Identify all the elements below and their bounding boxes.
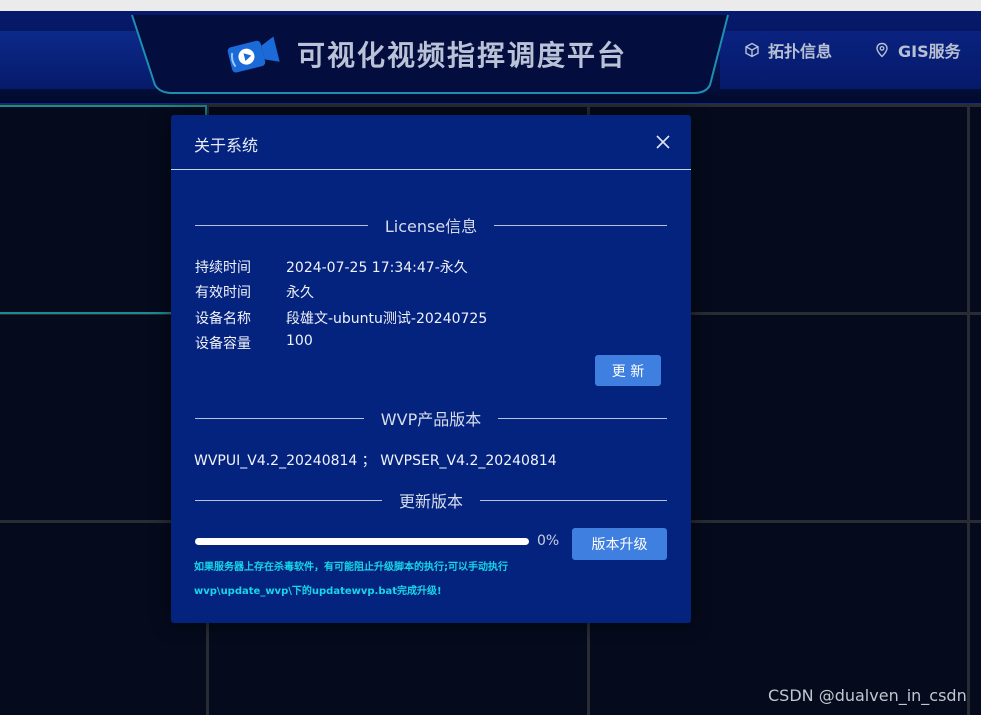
license-row-value: 永久 <box>286 285 314 301</box>
license-row: 设备名称 段雄文-ubuntu测试-20240725 <box>195 308 487 328</box>
close-icon[interactable] <box>655 134 671 150</box>
version-upgrade-button[interactable]: 版本升级 <box>572 528 667 560</box>
upgrade-progress-label: 0% <box>537 533 560 549</box>
license-row-value: 段雄文-ubuntu测试-20240725 <box>286 311 488 327</box>
upgrade-notice-line1: 如果服务器上存在杀毒软件，有可能阻止升级脚本的执行;可以手动执行 <box>194 562 508 573</box>
license-row: 有效时间 永久 <box>195 282 314 302</box>
watermark: CSDN @dualven_in_csdn <box>768 686 967 705</box>
about-system-dialog: 关于系统 License信息 持续时间 2024-07-25 17:34:47-… <box>171 115 691 623</box>
upgrade-progress-bar <box>195 538 529 545</box>
license-row-value: 2024-07-25 17:34:47-永久 <box>286 260 468 276</box>
dialog-header: 关于系统 <box>171 115 691 170</box>
grid-line <box>967 104 970 715</box>
upgrade-section-header: 更新版本 <box>195 488 668 512</box>
nav-gis[interactable]: GIS服务 <box>874 38 961 62</box>
nav-topology-label: 拓扑信息 <box>768 42 833 61</box>
license-row-key: 持续时间 <box>195 260 251 276</box>
license-section-header: License信息 <box>195 213 668 237</box>
app-title-group: 可视化视频指挥调度平台 <box>225 32 627 76</box>
browser-top-strip <box>0 0 981 11</box>
video-camera-logo-icon <box>227 36 280 73</box>
license-row-value: 100 <box>286 333 313 349</box>
license-row: 持续时间 2024-07-25 17:34:47-永久 <box>195 257 468 277</box>
nav-topology[interactable]: 拓扑信息 <box>744 38 832 62</box>
license-row-key: 设备容量 <box>195 336 251 352</box>
upgrade-section-title: 更新版本 <box>399 492 464 511</box>
upgrade-notice-line2: wvp\update_wvp\下的updatewvp.bat完成升级! <box>194 586 442 597</box>
product-section-title: WVP产品版本 <box>380 410 482 429</box>
app-title: 可视化视频指挥调度平台 <box>297 39 628 72</box>
license-row: 设备容量 100 <box>195 333 313 353</box>
update-license-button[interactable]: 更 新 <box>595 355 661 386</box>
location-pin-icon <box>876 42 888 58</box>
license-section-title: License信息 <box>384 217 478 236</box>
license-row-key: 有效时间 <box>195 285 251 301</box>
product-section-header: WVP产品版本 <box>195 406 668 430</box>
version-text: WVPUI_V4.2_20240814 ； WVPSER_V4.2_202408… <box>194 453 557 469</box>
license-row-key: 设备名称 <box>195 311 251 327</box>
nav-gis-label: GIS服务 <box>898 42 961 61</box>
dialog-title: 关于系统 <box>194 136 259 155</box>
cube-icon <box>745 42 759 58</box>
